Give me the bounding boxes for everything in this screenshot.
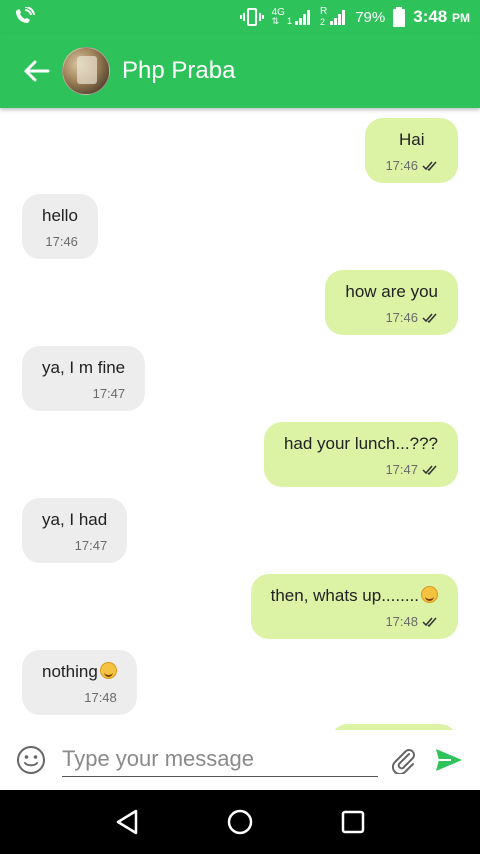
paperclip-icon	[391, 749, 415, 774]
message-input-wrapper	[62, 743, 378, 777]
roaming-label: R	[319, 6, 328, 17]
double-check-icon	[422, 465, 438, 475]
message-text: hello	[42, 206, 78, 225]
message-text-row: nothing	[42, 662, 117, 682]
message-text: then, whats up........	[270, 586, 419, 605]
phone-wifi-call-icon	[12, 7, 36, 27]
message-time: 17:47	[92, 386, 126, 401]
send-button[interactable]	[432, 743, 466, 777]
nav-back-button[interactable]	[107, 802, 147, 842]
message-text-row: then, whats up........	[271, 586, 438, 606]
smiley-icon	[17, 746, 45, 774]
message-meta: 17:46	[385, 158, 438, 173]
message-incoming[interactable]: ya, I m fine 17:47	[22, 346, 146, 411]
message-meta: 17:46	[345, 310, 438, 325]
message-time: 17:47	[385, 462, 418, 477]
status-bar: 4G ⇅ 1 R 2 79% 3:48 PM	[0, 0, 480, 34]
emoji-button[interactable]	[14, 743, 48, 777]
circle-home-icon	[227, 809, 253, 835]
message-incoming[interactable]: nothing 17:48	[22, 650, 137, 715]
double-check-icon	[422, 617, 438, 627]
message-text: how are you	[345, 282, 438, 301]
grinning-face-emoji-icon	[421, 586, 438, 603]
contact-avatar[interactable]	[62, 47, 110, 95]
signal-sim2-icon: R 2	[320, 7, 347, 27]
back-button[interactable]	[20, 55, 52, 87]
attach-button[interactable]	[386, 743, 420, 777]
double-check-icon	[422, 313, 438, 323]
battery-icon	[393, 7, 406, 27]
message-list[interactable]: Hai 17:46 hello 17:46 how are you 17:46 …	[0, 108, 480, 730]
signal-sim1-icon: 4G ⇅ 1	[272, 8, 312, 26]
message-outgoing[interactable]: Hai 17:46	[365, 118, 458, 183]
message-text: had your lunch...???	[283, 434, 438, 453]
message-outgoing[interactable]: then, whats up........ 17:48	[250, 574, 458, 639]
clock-time: 3:48	[413, 7, 448, 26]
sim2-label: 2	[319, 17, 325, 27]
message-outgoing[interactable]: how are you 17:46	[325, 270, 458, 335]
message-time: 17:46	[45, 234, 78, 249]
message-text: ya, I m fine	[42, 358, 126, 377]
composer	[0, 730, 480, 790]
arrow-left-icon	[24, 60, 50, 82]
message-text: Hai	[398, 130, 425, 149]
contact-name[interactable]: Php Praba	[122, 57, 235, 85]
nav-home-button[interactable]	[220, 802, 260, 842]
square-recents-icon	[342, 810, 365, 834]
clock-ampm: PM	[452, 11, 470, 25]
message-meta: 17:47	[42, 538, 108, 553]
message-time: 17:47	[74, 538, 108, 553]
message-text: ya, I had	[42, 510, 108, 529]
system-nav-bar	[0, 790, 480, 854]
message-time: 17:48	[84, 690, 117, 705]
message-meta: 17:46	[42, 234, 78, 249]
triangle-back-icon	[116, 809, 137, 835]
vibrate-icon	[239, 7, 264, 27]
message-meta: 17:47	[284, 462, 438, 477]
sim1-label: 1	[286, 16, 292, 26]
nav-recents-button[interactable]	[333, 802, 373, 842]
clock: 3:48 PM	[413, 7, 470, 27]
message-time: 17:46	[385, 158, 418, 173]
chat-header: Php Praba	[0, 34, 480, 108]
hugging-face-emoji-icon	[99, 662, 117, 679]
message-text: nothing	[42, 662, 98, 681]
battery-percent: 79%	[355, 8, 386, 26]
message-outgoing[interactable]: had your lunch...??? 17:47	[263, 422, 458, 487]
double-check-icon	[422, 161, 438, 171]
message-meta: 17:48	[42, 690, 117, 705]
message-input[interactable]	[62, 746, 378, 776]
message-meta: 17:47	[42, 386, 126, 401]
send-icon	[436, 749, 462, 771]
message-time: 17:48	[385, 614, 418, 629]
message-meta: 17:48	[271, 614, 438, 629]
message-incoming[interactable]: ya, I had 17:47	[22, 498, 128, 563]
message-incoming[interactable]: hello 17:46	[22, 194, 98, 259]
message-time: 17:46	[385, 310, 418, 325]
